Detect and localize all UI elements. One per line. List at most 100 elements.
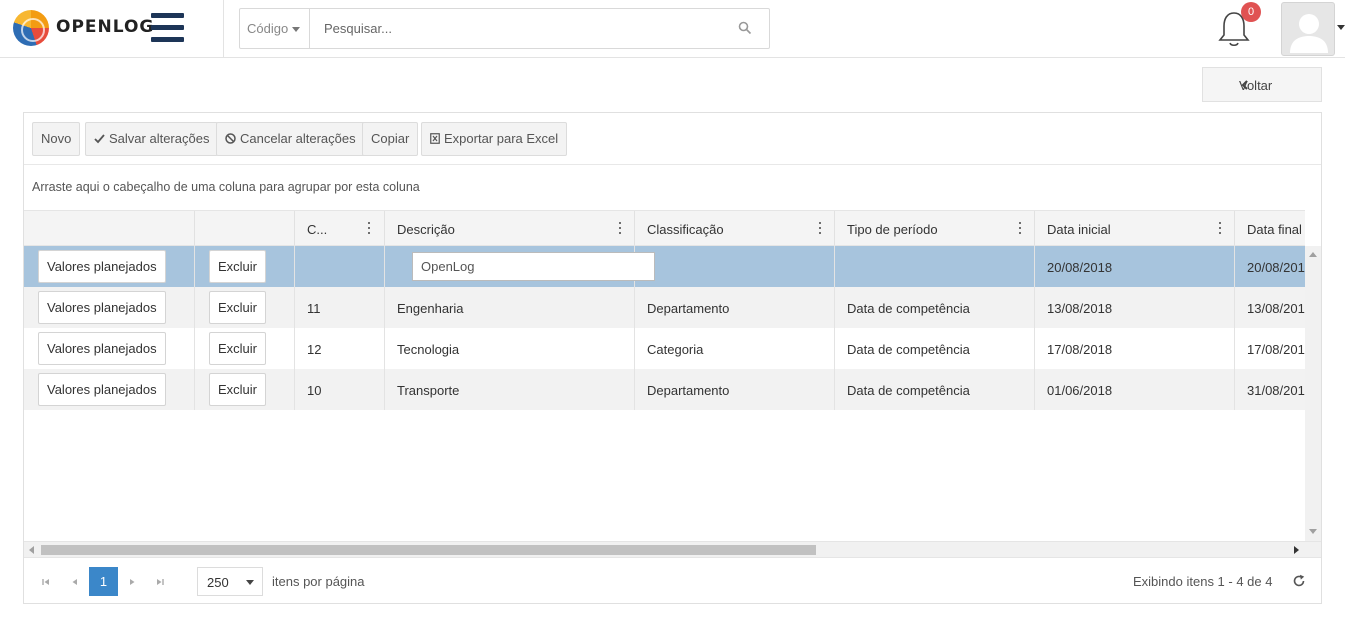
search-icon[interactable]	[738, 21, 752, 35]
first-page-icon[interactable]	[40, 576, 52, 588]
back-button[interactable]: Voltar	[1202, 67, 1322, 102]
descricao-cell[interactable]: Transporte	[385, 369, 635, 410]
column-header-data-final[interactable]: Data final	[1235, 211, 1305, 245]
table-row[interactable]: Valores planejados Excluir 11 Engenharia…	[24, 287, 1305, 328]
codigo-cell[interactable]: 12	[295, 328, 385, 369]
export-excel-button[interactable]: Exportar para Excel	[421, 122, 568, 156]
copy-button-label: Copiar	[371, 131, 410, 146]
planned-values-button[interactable]: Valores planejados	[38, 332, 166, 365]
data-inicial-cell[interactable]: 17/08/2018	[1035, 328, 1235, 369]
pager: 1 250 itens por página Exibindo itens 1 …	[24, 557, 1321, 603]
cancel-changes-label: Cancelar alterações	[240, 131, 356, 146]
delete-button[interactable]: Excluir	[209, 250, 267, 283]
data-final-cell[interactable]: 13/08/2018	[1235, 287, 1305, 328]
descricao-cell[interactable]: Engenharia	[385, 287, 635, 328]
tipo-periodo-cell[interactable]: Data de competência	[835, 328, 1035, 369]
top-header: OPENLOG Código 0	[0, 0, 1345, 58]
search-bar: Código	[239, 8, 770, 49]
descricao-cell[interactable]: Tecnologia	[385, 328, 635, 369]
grid-toolbar: Novo Salvar alterações Cancelar alteraçõ…	[24, 113, 1321, 165]
page-size-label: itens por página	[272, 574, 365, 589]
previous-page-icon[interactable]	[69, 576, 81, 588]
checkmark-icon	[94, 134, 105, 144]
column-header-codigo-label: C...	[307, 222, 328, 237]
menu-hamburger-icon[interactable]	[151, 13, 184, 42]
descricao-edit-input[interactable]	[412, 252, 655, 281]
column-menu-icon[interactable]	[1018, 222, 1022, 236]
horizontal-scrollbar[interactable]	[24, 541, 1321, 557]
data-final-cell[interactable]: 17/08/2018	[1235, 328, 1305, 369]
column-header-descricao[interactable]: Descrição	[385, 211, 635, 245]
brand-area: OPENLOG	[0, 0, 224, 58]
grid-header: C... Descrição Classificação Tipo de per…	[24, 210, 1305, 246]
table-row[interactable]: Valores planejados Excluir 20/08/2018 20…	[24, 246, 1305, 287]
data-final-cell[interactable]: 31/08/2018	[1235, 369, 1305, 410]
chevron-left-icon	[1241, 80, 1248, 90]
classificacao-cell[interactable]: Departamento	[635, 287, 835, 328]
data-final-cell[interactable]: 20/08/2018	[1235, 246, 1305, 287]
column-header-tipo-periodo[interactable]: Tipo de período	[835, 211, 1035, 245]
refresh-icon[interactable]	[1292, 574, 1306, 588]
grid-panel: Novo Salvar alterações Cancelar alteraçõ…	[23, 112, 1322, 604]
tipo-periodo-cell[interactable]: Data de competência	[835, 369, 1035, 410]
scroll-down-icon[interactable]	[1309, 529, 1317, 534]
pager-info: Exibindo itens 1 - 4 de 4	[1133, 574, 1273, 589]
planned-cell: Valores planejados	[24, 369, 195, 410]
codigo-cell[interactable]: 11	[295, 287, 385, 328]
column-menu-icon[interactable]	[818, 222, 822, 236]
classificacao-cell[interactable]: Categoria	[635, 328, 835, 369]
column-menu-icon[interactable]	[618, 222, 622, 236]
planned-cell: Valores planejados	[24, 287, 195, 328]
column-header-data-inicial[interactable]: Data inicial	[1035, 211, 1235, 245]
save-changes-label: Salvar alterações	[109, 131, 210, 146]
horizontal-scroll-thumb[interactable]	[41, 545, 816, 555]
classificacao-cell[interactable]: Departamento	[635, 369, 835, 410]
group-drop-area[interactable]: Arraste aqui o cabeçalho de uma coluna p…	[32, 180, 420, 194]
last-page-icon[interactable]	[154, 576, 166, 588]
user-menu-caret-icon[interactable]	[1337, 25, 1345, 30]
delete-button[interactable]: Excluir	[209, 332, 267, 365]
openlog-logo	[13, 10, 49, 46]
data-inicial-cell[interactable]: 20/08/2018	[1035, 246, 1235, 287]
table-row[interactable]: Valores planejados Excluir 12 Tecnologia…	[24, 328, 1305, 369]
column-header-classificacao[interactable]: Classificação	[635, 211, 835, 245]
tipo-periodo-cell[interactable]	[835, 246, 1035, 287]
codigo-cell[interactable]	[295, 246, 385, 287]
new-button[interactable]: Novo	[32, 122, 81, 156]
search-type-select[interactable]: Código	[240, 9, 310, 48]
search-input[interactable]	[312, 9, 732, 48]
delete-cell: Excluir	[195, 287, 295, 328]
classificacao-cell[interactable]	[635, 246, 835, 287]
next-page-icon[interactable]	[126, 576, 138, 588]
planned-values-button[interactable]: Valores planejados	[38, 291, 166, 324]
page-size-select[interactable]: 250	[197, 567, 263, 596]
chevron-down-icon	[246, 580, 254, 585]
avatar[interactable]	[1281, 2, 1335, 56]
column-menu-icon[interactable]	[367, 222, 371, 236]
delete-button[interactable]: Excluir	[209, 373, 267, 406]
table-row[interactable]: Valores planejados Excluir 10 Transporte…	[24, 369, 1305, 410]
planned-values-button[interactable]: Valores planejados	[38, 373, 166, 406]
copy-button[interactable]: Copiar	[362, 122, 419, 156]
scroll-left-icon[interactable]	[29, 546, 34, 554]
data-inicial-cell[interactable]: 01/06/2018	[1035, 369, 1235, 410]
column-header-codigo[interactable]: C...	[295, 211, 385, 245]
column-menu-icon[interactable]	[1218, 222, 1222, 236]
page-number-current[interactable]: 1	[89, 567, 118, 596]
column-header-delete	[195, 211, 295, 245]
scroll-up-icon[interactable]	[1309, 252, 1317, 257]
save-changes-button[interactable]: Salvar alterações	[85, 122, 219, 156]
user-placeholder-icon	[1290, 14, 1328, 53]
column-header-tipo-periodo-label: Tipo de período	[847, 222, 938, 237]
scroll-right-icon[interactable]	[1294, 546, 1299, 554]
notification-badge: 0	[1241, 2, 1261, 22]
codigo-cell[interactable]: 10	[295, 369, 385, 410]
vertical-scrollbar[interactable]	[1305, 246, 1321, 541]
planned-values-button[interactable]: Valores planejados	[38, 250, 166, 283]
data-inicial-cell[interactable]: 13/08/2018	[1035, 287, 1235, 328]
column-header-data-final-label: Data final	[1247, 222, 1302, 237]
export-excel-label: Exportar para Excel	[444, 131, 559, 146]
cancel-changes-button[interactable]: Cancelar alterações	[216, 122, 365, 156]
delete-button[interactable]: Excluir	[209, 291, 267, 324]
tipo-periodo-cell[interactable]: Data de competência	[835, 287, 1035, 328]
